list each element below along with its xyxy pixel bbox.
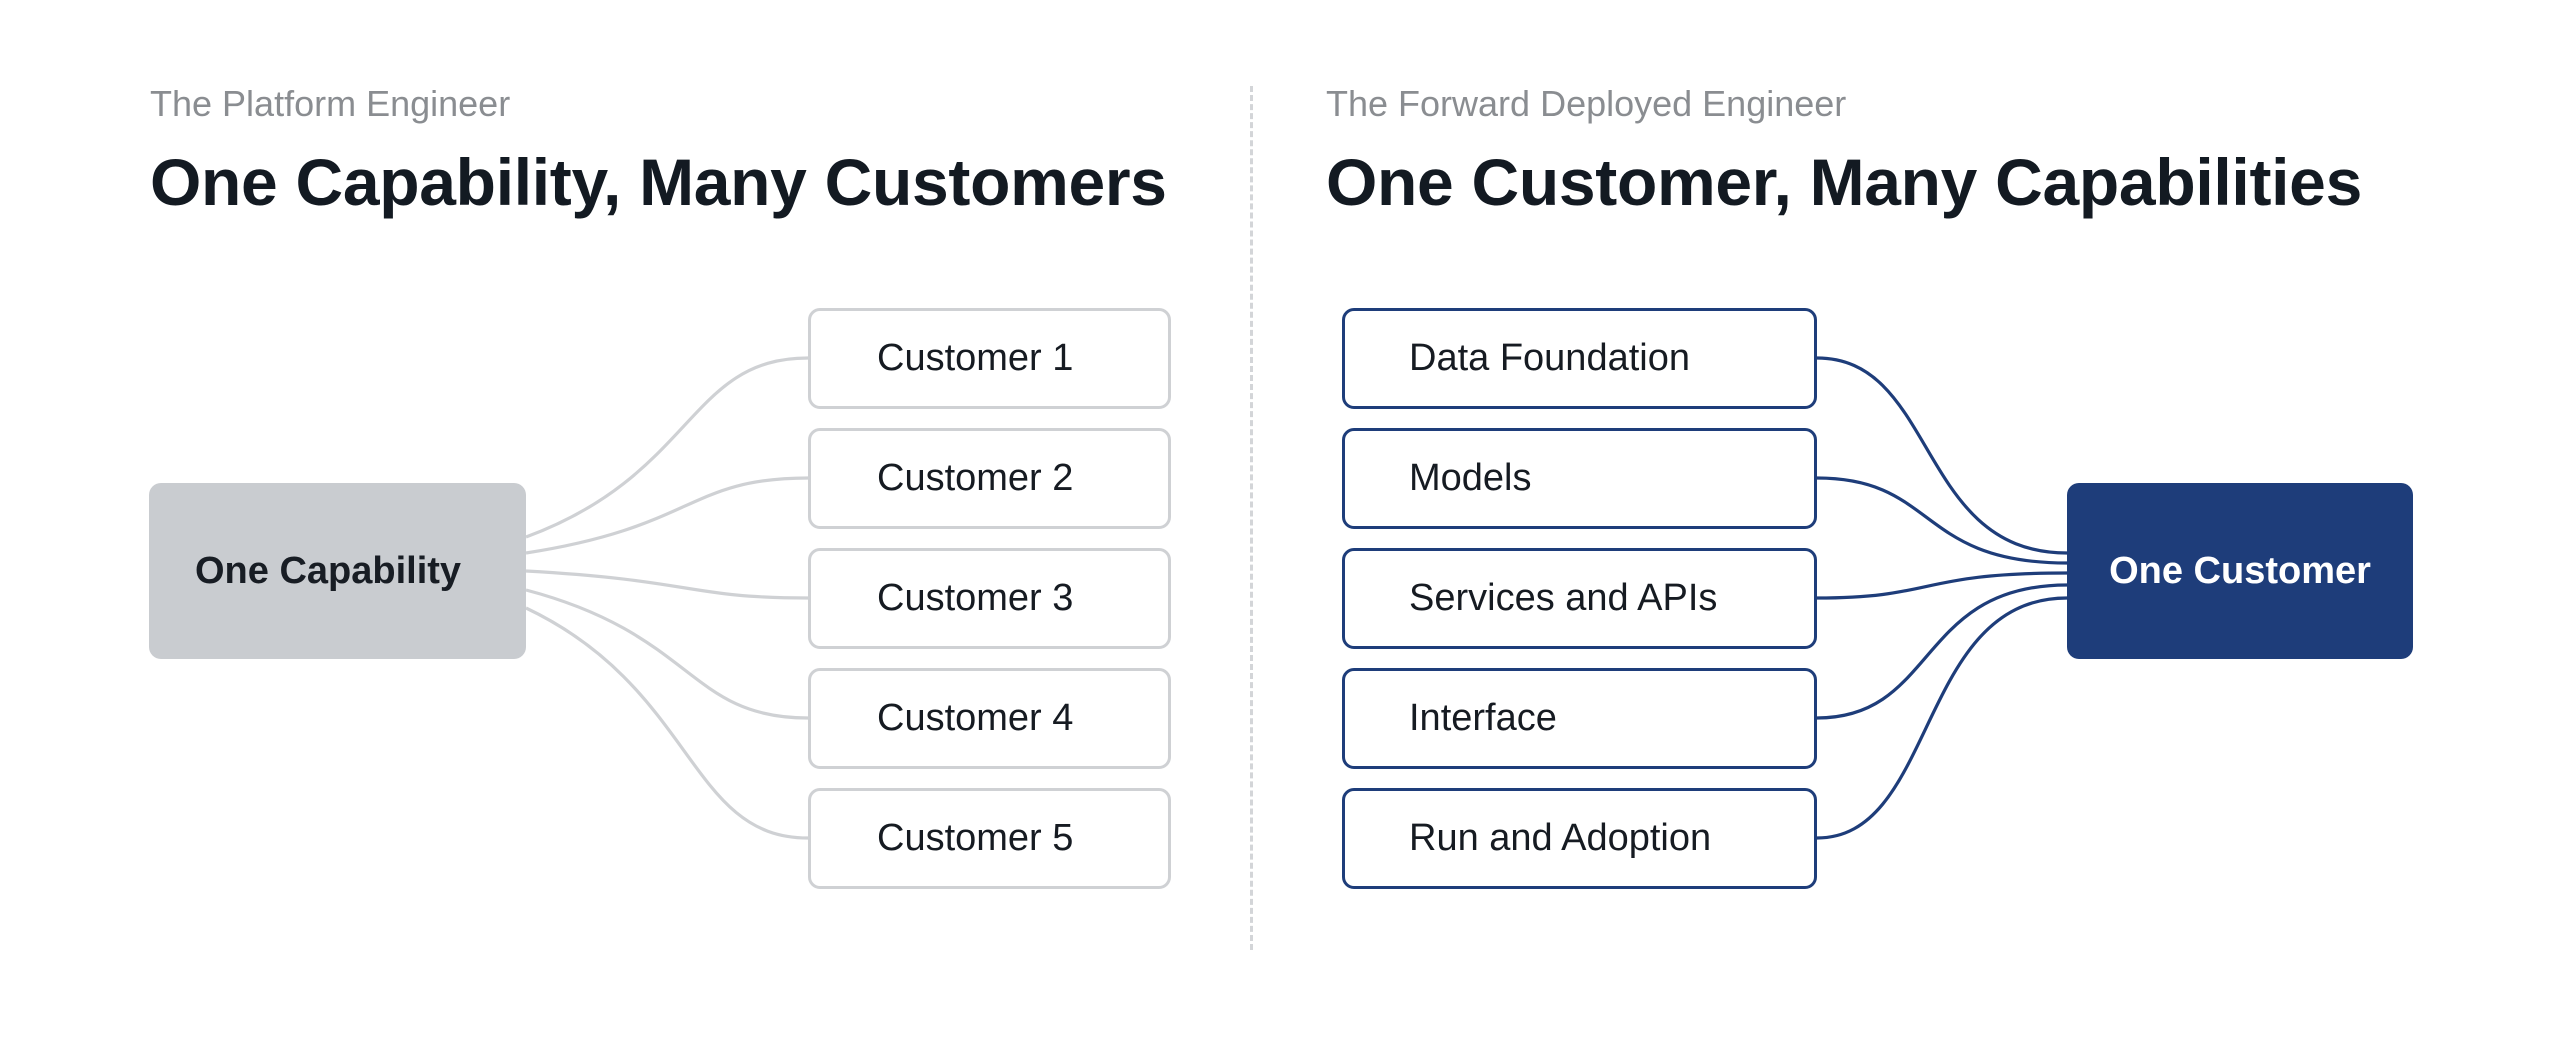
left-connector-line-5 (525, 606, 809, 840)
right-connector-line-3 (1816, 571, 2068, 600)
left-connector-group (525, 356, 809, 840)
capability-node-models: Models (1342, 428, 1817, 529)
capability-node-interface: Interface (1342, 668, 1817, 769)
right-connector-group (1816, 356, 2068, 840)
left-panel-header: The Platform Engineer One Capability, Ma… (150, 78, 1167, 228)
right-connector-line-2 (1816, 476, 2068, 565)
right-connector-line-4 (1816, 583, 2068, 720)
customer-node-5: Customer 5 (808, 788, 1171, 889)
left-connector-line-1 (525, 356, 809, 539)
capability-node-data-foundation: Data Foundation (1342, 308, 1817, 409)
left-connector-line-2 (525, 476, 809, 555)
customer-node-label: Customer 4 (877, 697, 1074, 739)
left-panel-subtitle: The Platform Engineer (150, 83, 511, 124)
capability-node-services-and-apis: Services and APIs (1342, 548, 1817, 649)
capability-node-label: Models (1409, 457, 1532, 499)
right-connector-line-5 (1816, 596, 2068, 840)
left-connector-line-4 (525, 588, 809, 720)
customer-node-3: Customer 3 (808, 548, 1171, 649)
right-panel-header: The Forward Deployed Engineer One Custom… (1326, 78, 2362, 228)
hub-one-customer-label: One Customer (2109, 549, 2371, 592)
hub-one-capability-label: One Capability (195, 549, 462, 592)
capability-node-run-and-adoption: Run and Adoption (1342, 788, 1817, 889)
panel-divider (1250, 86, 1253, 950)
customer-node-label: Customer 1 (877, 337, 1074, 379)
hub-one-capability: One Capability (149, 483, 526, 659)
customer-node-2: Customer 2 (808, 428, 1171, 529)
left-panel-title: One Capability, Many Customers (150, 145, 1167, 219)
customer-node-label: Customer 5 (877, 817, 1074, 859)
customer-node-4: Customer 4 (808, 668, 1171, 769)
right-panel-subtitle: The Forward Deployed Engineer (1326, 83, 1847, 124)
customer-node-label: Customer 3 (877, 577, 1074, 619)
customer-node-label: Customer 2 (877, 457, 1074, 499)
capability-node-label: Run and Adoption (1409, 817, 1712, 859)
customer-node-1: Customer 1 (808, 308, 1171, 409)
left-connector-line-3 (525, 569, 809, 600)
hub-one-customer: One Customer (2067, 483, 2413, 659)
capability-node-label: Services and APIs (1409, 577, 1718, 619)
right-panel-title: One Customer, Many Capabilities (1326, 145, 2362, 219)
right-connector-line-1 (1816, 356, 2068, 555)
capability-node-label: Interface (1409, 697, 1557, 739)
capability-node-label: Data Foundation (1409, 337, 1690, 379)
